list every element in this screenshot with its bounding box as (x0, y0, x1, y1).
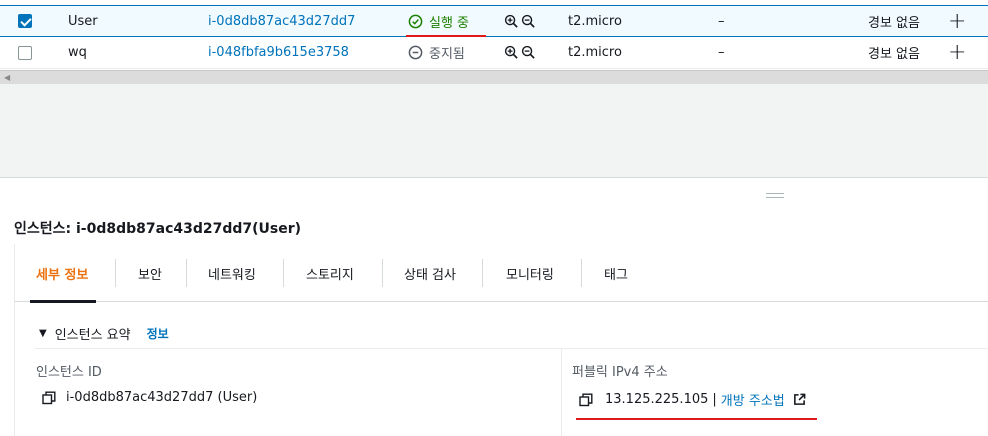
summary-title: 인스턴스 요약 (54, 328, 131, 343)
instance-id-field: i-0d8db87ac43d27dd7 (User) (42, 390, 257, 405)
scroll-left-icon[interactable]: ◀ (4, 73, 10, 82)
status-check: – (718, 13, 725, 29)
minus-circle-icon (408, 45, 423, 60)
annotation-underline (576, 418, 817, 420)
zoom-out-icon[interactable] (521, 45, 536, 60)
copy-icon[interactable] (579, 393, 593, 407)
summary-heading[interactable]: ▼ 인스턴스 요약 정보 (39, 324, 169, 343)
horizontal-scrollbar[interactable]: ◀ (0, 70, 988, 84)
tab-storage[interactable]: 스토리지 (306, 244, 354, 302)
alarm-status: 경보 없음 (868, 15, 920, 31)
zoom-controls (504, 6, 536, 36)
instance-id-link[interactable]: i-048fbfa9b615e3758 (208, 37, 349, 68)
table-row[interactable]: wq i-048fbfa9b615e3758 중지됨 t2.micro – 경보… (0, 37, 988, 69)
instance-id-value: i-0d8db87ac43d27dd7 (User) (66, 390, 258, 405)
instance-summary: ▼ 인스턴스 요약 정보 인스턴스 ID i-0d8db87ac43d27dd7… (14, 302, 988, 436)
public-ip-value: 13.125.225.105 (605, 392, 709, 407)
table-row[interactable]: User i-0d8db87ac43d27dd7 실행 중 t2.micro –… (0, 5, 988, 37)
instance-type: t2.micro (568, 45, 622, 60)
caret-down-icon[interactable]: ▼ (39, 328, 47, 339)
instance-type: t2.micro (568, 13, 622, 29)
tab-monitoring[interactable]: 모니터링 (506, 244, 554, 302)
separator: | (712, 392, 717, 407)
instance-state-label: 중지됨 (429, 47, 465, 62)
details-tabs: 세부 정보 보안 네트워킹 스토리지 상태 검사 모니터링 태그 (14, 244, 988, 303)
zoom-out-icon[interactable] (521, 14, 536, 29)
tab-details[interactable]: 세부 정보 (29, 244, 97, 303)
instance-state-label: 실행 중 (429, 15, 470, 31)
open-address-link[interactable]: 개방 주소법 (721, 390, 785, 409)
check-circle-icon (408, 14, 423, 28)
public-ip-field: 13.125.225.105 | 개방 주소법 (579, 390, 806, 409)
add-alarm-button[interactable]: + (948, 6, 966, 36)
zoom-in-icon[interactable] (504, 14, 519, 29)
instance-name: wq (68, 45, 87, 60)
resize-handle-icon[interactable] (766, 193, 784, 198)
table-empty-area (0, 84, 988, 178)
instance-state: 중지됨 (408, 37, 465, 68)
row-checkbox[interactable] (18, 14, 32, 28)
external-link-icon[interactable] (793, 393, 806, 406)
instance-name: User (68, 13, 98, 29)
tab-security[interactable]: 보안 (138, 244, 162, 302)
add-alarm-button[interactable]: + (948, 37, 966, 68)
instance-state: 실행 중 (408, 6, 469, 36)
tab-tags[interactable]: 태그 (604, 244, 628, 302)
instance-id-label: 인스턴스 ID (36, 365, 102, 380)
copy-icon[interactable] (42, 391, 56, 405)
alarm-status: 경보 없음 (868, 47, 920, 62)
tab-networking[interactable]: 네트워킹 (208, 244, 256, 302)
public-ip-label: 퍼블릭 IPv4 주소 (572, 365, 668, 380)
zoom-controls (504, 37, 536, 68)
zoom-in-icon[interactable] (504, 45, 519, 60)
details-panel-title: 인스턴스: i-0d8db87ac43d27dd7(User) (14, 221, 302, 237)
row-checkbox[interactable] (18, 45, 32, 60)
tab-status-checks[interactable]: 상태 검사 (404, 244, 456, 302)
status-check: – (718, 45, 725, 60)
info-link[interactable]: 정보 (147, 325, 169, 342)
instance-id-link[interactable]: i-0d8db87ac43d27dd7 (208, 6, 355, 36)
